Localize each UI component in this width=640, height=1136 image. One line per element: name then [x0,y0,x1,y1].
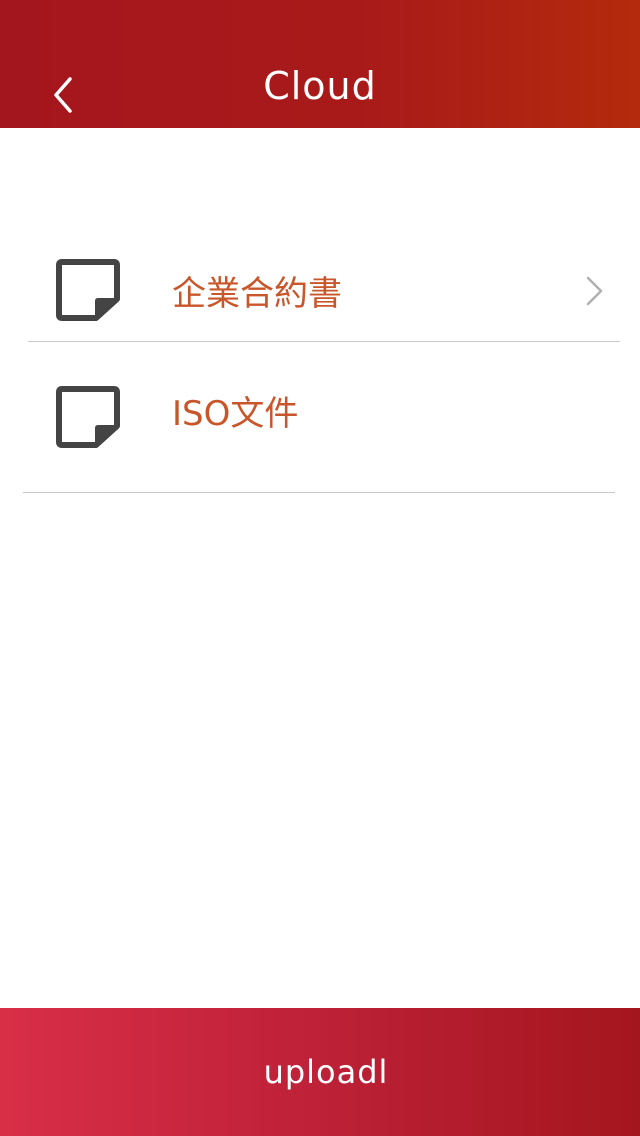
document-list: 企業合約書 ISO文件 [0,0,640,1136]
header-bar: Cloud [0,0,640,128]
list-item[interactable]: 企業合約書 [0,228,640,342]
list-item-label: ISO文件 [172,394,299,434]
upload-button[interactable]: uploadl [0,1008,640,1136]
upload-button-label: uploadl [263,1053,389,1091]
list-item[interactable]: ISO文件 [0,342,640,493]
page-title: Cloud [263,64,377,108]
chevron-right-icon [586,276,603,306]
list-item-label: 企業合約書 [172,274,342,314]
note-icon [56,259,120,321]
note-icon [56,386,120,448]
